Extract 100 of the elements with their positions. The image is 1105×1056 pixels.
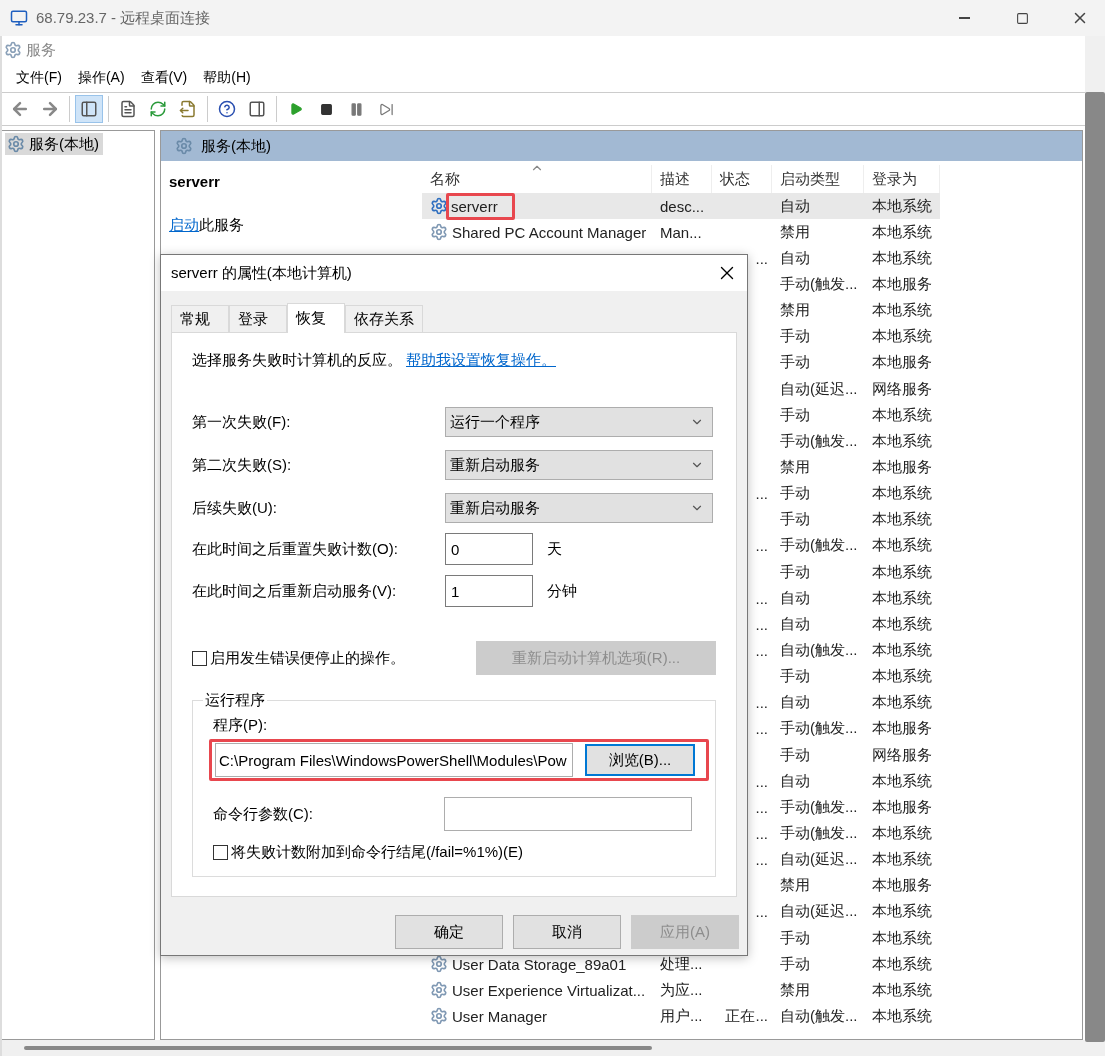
field-label: 后续失败(U): bbox=[192, 498, 278, 518]
logon-cell: 本地系统 bbox=[872, 222, 932, 242]
logon-cell: 网络服务 bbox=[872, 745, 932, 765]
logon-cell: 本地系统 bbox=[872, 640, 932, 660]
action-dropdown[interactable]: 运行一个程序 bbox=[445, 407, 713, 437]
pane-title: 服务(本地) bbox=[201, 136, 271, 156]
service-name-cell: User Manager bbox=[452, 1007, 548, 1025]
status-cell: ... bbox=[755, 720, 768, 738]
logon-cell: 本地服务 bbox=[872, 457, 932, 477]
start-link[interactable]: 启动 bbox=[169, 216, 199, 233]
dialog-button[interactable]: 取消 bbox=[513, 915, 621, 949]
checkbox-box[interactable] bbox=[192, 650, 207, 666]
program-field[interactable]: C:\Program Files\WindowsPowerShell\Modules\Pow bbox=[215, 743, 573, 777]
gear-icon bbox=[7, 135, 25, 153]
checkbox-box[interactable] bbox=[213, 845, 228, 860]
menu-item[interactable]: 帮助(H) bbox=[195, 69, 259, 87]
group-title: 运行程序 bbox=[204, 691, 266, 710]
logon-cell: 本地服务 bbox=[872, 353, 932, 373]
startup-type-cell: 自动 bbox=[780, 588, 810, 608]
logon-cell: 本地系统 bbox=[872, 980, 932, 1000]
logon-cell: 本地服务 bbox=[872, 275, 932, 294]
service-row[interactable]: serverr desc... 自动 本地系统 bbox=[422, 193, 940, 220]
arguments-field[interactable] bbox=[444, 797, 692, 831]
logon-cell: 本地系统 bbox=[872, 693, 932, 713]
logon-cell: 本地系统 bbox=[872, 536, 932, 556]
toolbar-button[interactable] bbox=[75, 95, 103, 123]
description-cell: 为应... bbox=[660, 980, 703, 1000]
service-name-cell: Shared PC Account Manager bbox=[452, 223, 647, 241]
help-link[interactable]: 帮助我设置恢复操作。 bbox=[406, 351, 556, 368]
action-dropdown[interactable]: 重新启动服务 bbox=[445, 450, 713, 480]
action-pane-icon bbox=[248, 100, 266, 118]
field-label: 命令行参数(C): bbox=[213, 804, 314, 824]
logon-cell: 本地系统 bbox=[872, 1006, 932, 1026]
status-cell: 正在... bbox=[725, 1006, 768, 1026]
number-field[interactable]: 1 bbox=[445, 575, 533, 607]
unit-label: 分钟 bbox=[547, 581, 577, 601]
startup-type-cell: 手动 bbox=[780, 405, 810, 425]
menu-item[interactable]: 文件(F) bbox=[8, 69, 70, 87]
logon-cell: 本地系统 bbox=[872, 562, 932, 582]
startup-type-cell: 自动(触发... bbox=[780, 1006, 858, 1026]
tab[interactable]: 依存关系 bbox=[345, 305, 423, 332]
tab[interactable]: 登录 bbox=[229, 305, 287, 332]
service-row[interactable]: User Experience Virtualizat... 为应... 禁用 本地系统 bbox=[422, 977, 940, 1004]
startup-type-cell: 手动(触发... bbox=[780, 823, 858, 843]
status-cell: ... bbox=[755, 824, 768, 842]
service-row[interactable]: Shared PC Account Manager Man... 禁用 本地系统 bbox=[422, 219, 940, 246]
properties-icon bbox=[119, 100, 137, 118]
scrollbar-thumb[interactable] bbox=[24, 1046, 652, 1050]
minimize-icon bbox=[958, 17, 970, 19]
status-cell: ... bbox=[755, 772, 768, 790]
tab[interactable]: 常规 bbox=[171, 305, 229, 332]
stop-icon bbox=[319, 102, 333, 116]
tree-item[interactable]: 服务(本地) bbox=[5, 133, 103, 155]
browse-button[interactable]: 浏览(B)... bbox=[585, 744, 695, 776]
number-field[interactable]: 0 bbox=[445, 533, 533, 565]
field-label: 在此时间之后重新启动服务(V): bbox=[192, 581, 398, 601]
service-name-cell: serverr bbox=[451, 197, 498, 215]
scrollbar-thumb[interactable] bbox=[1085, 92, 1105, 1042]
startup-type-cell: 禁用 bbox=[780, 301, 810, 321]
startup-type-cell: 自动(延迟... bbox=[780, 379, 858, 399]
logon-cell: 本地系统 bbox=[872, 588, 932, 608]
service-row[interactable]: User Manager 用户... 正在... 自动(触发... 本地系统 bbox=[422, 1003, 940, 1030]
startup-type-cell: 手动 bbox=[780, 745, 810, 765]
field-label: 程序(P): bbox=[213, 716, 268, 733]
logon-cell: 本地系统 bbox=[872, 196, 932, 216]
logon-cell: 本地系统 bbox=[872, 301, 932, 321]
startup-type-cell: 禁用 bbox=[780, 457, 810, 477]
status-cell: ... bbox=[755, 694, 768, 712]
service-row[interactable]: User Data Storage_89a01 处理... 手动 本地系统 bbox=[422, 951, 940, 978]
unit-label: 天 bbox=[547, 539, 562, 559]
play-icon bbox=[289, 102, 303, 116]
menu-item[interactable]: 查看(V) bbox=[132, 69, 196, 87]
action-dropdown[interactable]: 重新启动服务 bbox=[445, 493, 713, 523]
tab[interactable]: 恢复 bbox=[287, 303, 345, 333]
help-icon bbox=[218, 100, 236, 118]
forward-icon bbox=[40, 99, 60, 119]
startup-type-cell: 手动 bbox=[780, 484, 810, 504]
startup-type-cell: 自动 bbox=[780, 614, 810, 634]
logon-cell: 本地服务 bbox=[872, 797, 932, 817]
status-cell: ... bbox=[755, 485, 768, 503]
status-cell: ... bbox=[755, 537, 768, 555]
logon-cell: 本地系统 bbox=[872, 928, 932, 948]
status-cell: ... bbox=[755, 641, 768, 659]
window-title: 68.79.23.7 - 远程桌面连接 bbox=[36, 8, 212, 28]
logon-cell: 本地系统 bbox=[872, 248, 932, 268]
description-cell: 用户... bbox=[660, 1006, 703, 1026]
startup-type-cell: 手动(触发... bbox=[780, 431, 858, 451]
tree-pane-icon bbox=[80, 100, 98, 118]
dialog-button[interactable]: 确定 bbox=[395, 915, 503, 949]
back-icon bbox=[10, 99, 30, 119]
startup-type-cell: 手动 bbox=[780, 954, 810, 974]
remote-desktop-icon bbox=[10, 9, 28, 27]
tree-item-label: 服务(本地) bbox=[29, 134, 99, 154]
gear-icon bbox=[175, 137, 193, 155]
menu-item[interactable]: 操作(A) bbox=[69, 69, 133, 87]
startup-type-cell: 手动(触发... bbox=[780, 719, 858, 739]
export-icon bbox=[179, 100, 197, 118]
description-cell: desc... bbox=[660, 197, 705, 215]
service-name-cell: User Data Storage_89a01 bbox=[452, 955, 627, 973]
start-service-text: 启动此服务 bbox=[169, 216, 245, 235]
